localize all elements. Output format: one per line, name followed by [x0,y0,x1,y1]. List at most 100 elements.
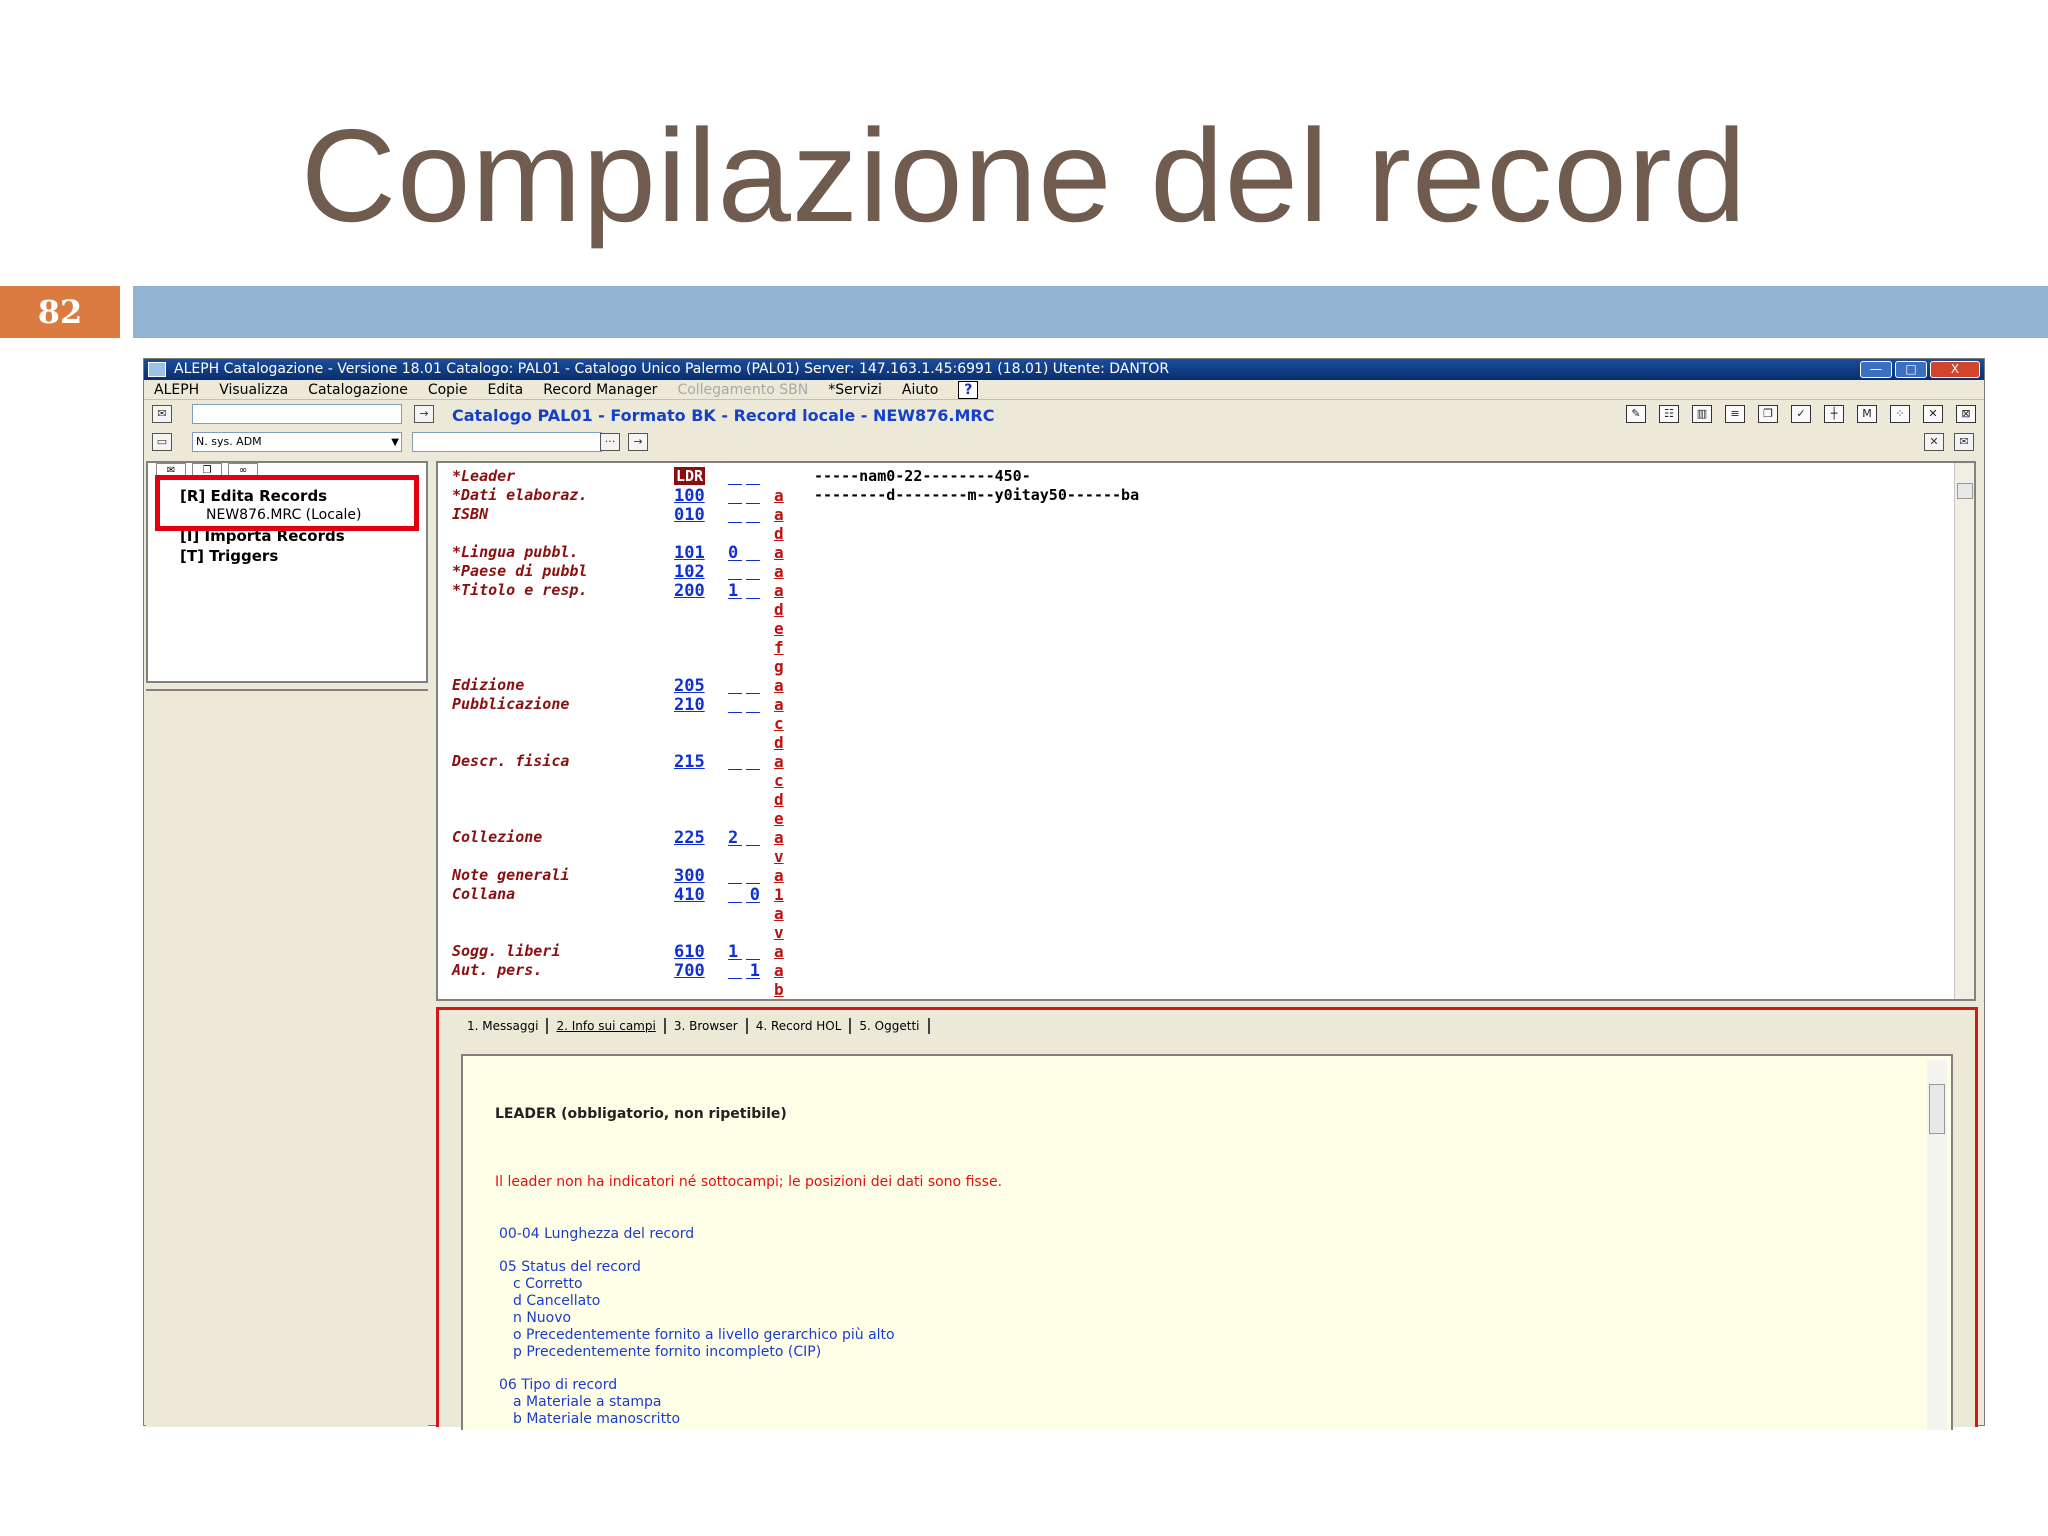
chevron-down-icon[interactable]: ▼ [391,434,399,452]
subfield-code[interactable]: a [774,866,784,885]
subfield-code[interactable]: v [774,923,784,942]
tab-info-campi[interactable]: 2. Info sui campi [548,1018,666,1034]
indicator-1[interactable]: 1 [728,942,742,962]
mail-icon[interactable]: ✉ [152,405,172,423]
subfield-code[interactable]: a [774,942,784,961]
subfield-code[interactable]: b [774,980,784,999]
field-tag[interactable]: 101 [674,543,705,563]
info-scrollbar[interactable] [1927,1060,1947,1430]
subfield-code[interactable]: a [774,828,784,847]
subfield-code[interactable]: c [774,714,784,733]
subfield-code[interactable]: d [774,600,784,619]
close-all-icon[interactable]: ⊠ [1956,405,1976,423]
go-arrow-icon[interactable]: → [628,433,648,451]
marc-icon[interactable]: M [1857,405,1877,423]
indicator-1[interactable] [728,562,742,580]
indicator-2[interactable]: 1 [746,999,760,1001]
field-tag[interactable]: 205 [674,676,705,696]
subfield-code[interactable]: a [774,904,784,923]
indicator-1[interactable] [728,752,742,770]
subfield-code[interactable]: a [774,543,784,562]
subfield-code[interactable]: a [774,505,784,524]
indicator-1[interactable]: 0 [728,543,742,563]
subfield-code[interactable]: v [774,847,784,866]
scroll-thumb[interactable] [1957,483,1973,499]
scroll-thumb[interactable] [1929,1084,1945,1134]
list-icon[interactable]: ≡ [1725,405,1745,423]
window-icon[interactable]: ▭ [152,433,172,451]
indicator-1[interactable] [728,999,742,1001]
indicator-2[interactable] [746,752,760,770]
tab-messaggi[interactable]: 1. Messaggi [459,1018,549,1034]
edit-icon[interactable]: ✎ [1626,405,1646,423]
indicator-2[interactable] [746,676,760,694]
tab-record-hol[interactable]: 4. Record HOL [748,1018,852,1034]
subfield-code[interactable]: f [774,638,784,657]
check-icon[interactable]: ✓ [1791,405,1811,423]
menu-aleph[interactable]: ALEPH [154,380,199,399]
subfield-code[interactable]: d [774,524,784,543]
go-arrow-icon[interactable]: → [414,405,434,423]
indicator-2[interactable]: 0 [746,885,760,905]
indicator-1[interactable] [728,866,742,884]
menu-servizi[interactable]: *Servizi [828,380,882,399]
indicator-1[interactable] [728,885,742,903]
tree-icon[interactable]: ☷ [1659,405,1679,423]
subfield-code[interactable]: a [774,486,784,505]
indicator-1[interactable] [728,676,742,694]
field-tag[interactable]: 225 [674,828,705,848]
browse-icon[interactable]: ··· [600,433,620,451]
indicator-2[interactable] [746,828,760,846]
indicator-1[interactable] [728,695,742,713]
mail-icon[interactable]: ✉ [1954,433,1974,451]
field-tag[interactable]: 010 [674,505,705,525]
tab-browser[interactable]: 3. Browser [666,1018,748,1034]
subfield-code[interactable]: 1 [774,885,784,904]
subfield-code[interactable]: a [774,676,784,695]
subfield-code[interactable]: a [774,752,784,771]
value-input[interactable] [412,432,602,452]
subfield-code[interactable]: c [774,771,784,790]
menu-aiuto[interactable]: Aiuto [902,380,938,399]
field-tag[interactable]: 100 [674,486,705,506]
menu-copie[interactable]: Copie [428,380,468,399]
indicator-1[interactable] [728,467,742,485]
field-tag[interactable]: 701 [674,999,705,1001]
menu-edita[interactable]: Edita [488,380,524,399]
field-tag[interactable]: 300 [674,866,705,886]
indicator-2[interactable] [746,505,760,523]
field-data[interactable]: -----nam0-22--------450- [814,467,1031,485]
subfield-code[interactable]: a [774,999,784,1001]
subfield-code[interactable]: e [774,619,784,638]
subfield-code[interactable]: a [774,695,784,714]
field-tag[interactable]: 102 [674,562,705,582]
subfield-code[interactable]: g [774,657,784,676]
copy-icon[interactable]: ❐ [1758,405,1778,423]
field-tag[interactable]: 700 [674,961,705,981]
maximize-button[interactable]: □ [1895,361,1927,378]
indicator-1[interactable] [728,505,742,523]
minimize-button[interactable]: — [1860,361,1892,378]
tree-item-triggers[interactable]: [T] Triggers [180,547,278,565]
indicator-1[interactable] [728,486,742,504]
indicator-2[interactable] [746,866,760,884]
split-icon[interactable]: ┼ [1824,405,1844,423]
close-doc-icon[interactable]: ✕ [1924,433,1944,451]
indicator-2[interactable] [746,581,760,599]
indicator-2[interactable] [746,942,760,960]
field-tag[interactable]: 210 [674,695,705,715]
indicator-2[interactable] [746,467,760,485]
menu-catalogazione[interactable]: Catalogazione [308,380,408,399]
book-icon[interactable]: ▥ [1692,405,1712,423]
indicator-2[interactable]: 1 [746,961,760,981]
indicator-2[interactable] [746,562,760,580]
close-button[interactable]: X [1930,361,1980,378]
field-tag[interactable]: LDR [674,467,706,485]
subfield-code[interactable]: a [774,961,784,980]
indicator-1[interactable]: 2 [728,828,742,848]
close-doc-icon[interactable]: ✕ [1923,405,1943,423]
indicator-2[interactable] [746,486,760,504]
sys-select[interactable]: N. sys. ADM ▼ [192,432,402,452]
indicator-1[interactable] [728,961,742,979]
field-tag[interactable]: 215 [674,752,705,772]
